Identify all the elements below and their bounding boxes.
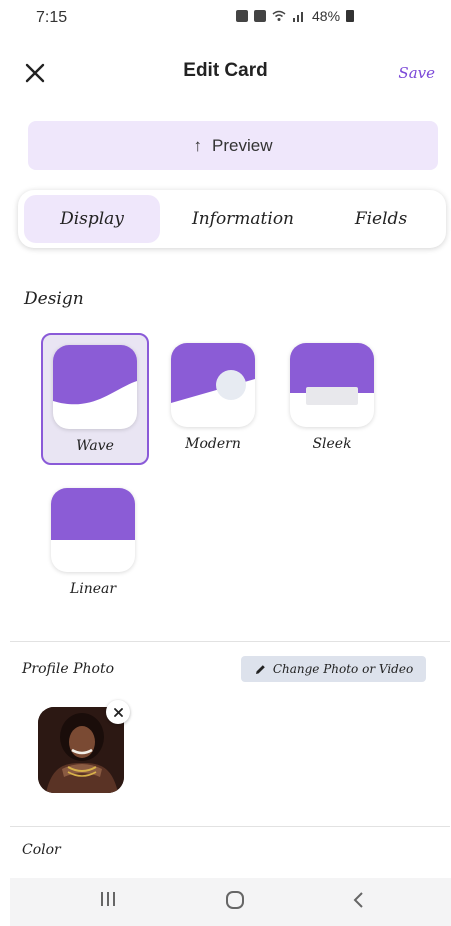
save-button[interactable]: Save <box>398 64 435 82</box>
tab-bar: Display Information Fields <box>18 190 446 248</box>
tab-fields[interactable]: Fields <box>328 195 434 243</box>
status-time: 7:15 <box>36 9 68 26</box>
home-icon <box>226 891 244 909</box>
battery-percent: 48% <box>312 8 341 24</box>
design-section-title: Design <box>24 289 84 309</box>
change-photo-label: Change Photo or Video <box>272 662 414 676</box>
tab-display[interactable]: Display <box>24 195 160 243</box>
recent-apps-button[interactable] <box>98 890 118 916</box>
preview-button[interactable]: ↑ Preview <box>28 121 438 170</box>
wave-design-thumbnail <box>53 345 137 429</box>
pencil-icon <box>255 664 265 674</box>
back-icon <box>353 892 363 908</box>
change-photo-button[interactable]: Change Photo or Video <box>241 656 426 682</box>
design-label: Modern <box>185 436 241 452</box>
design-option-modern[interactable]: Modern <box>161 333 265 461</box>
design-label: Linear <box>69 581 117 597</box>
page-title: Edit Card <box>183 60 268 81</box>
profile-photo-label: Profile Photo <box>22 661 115 677</box>
linear-design-thumbnail <box>51 488 135 572</box>
tab-label: Fields <box>354 209 408 229</box>
arrow-up-icon: ↑ <box>193 135 203 155</box>
home-button[interactable] <box>224 890 246 916</box>
remove-photo-button[interactable] <box>106 700 130 724</box>
divider <box>10 826 450 827</box>
divider <box>10 641 450 642</box>
color-label: Color <box>22 842 61 858</box>
tab-information[interactable]: Information <box>173 195 313 243</box>
preview-label: Preview <box>212 135 273 155</box>
wifi-icon <box>272 10 286 21</box>
close-icon <box>113 707 123 717</box>
tab-label: Display <box>60 209 124 229</box>
design-label: Sleek <box>312 436 352 452</box>
modern-design-thumbnail <box>171 343 255 427</box>
back-button[interactable] <box>352 890 366 916</box>
design-label: Wave <box>76 438 114 454</box>
sleek-design-thumbnail <box>290 343 374 427</box>
signal-icon <box>293 12 303 22</box>
tab-label: Information <box>191 209 295 229</box>
recent-apps-icon <box>101 892 115 906</box>
design-option-wave[interactable]: Wave <box>41 333 149 465</box>
status-icons: 48% <box>236 8 355 24</box>
battery-icon <box>346 10 355 22</box>
lock-icon <box>236 10 248 22</box>
status-bar: 7:15 48% <box>0 0 451 40</box>
design-option-linear[interactable]: Linear <box>41 478 145 606</box>
design-option-sleek[interactable]: Sleek <box>280 333 384 461</box>
alarm-icon <box>254 10 266 22</box>
system-nav-bar <box>10 878 451 926</box>
